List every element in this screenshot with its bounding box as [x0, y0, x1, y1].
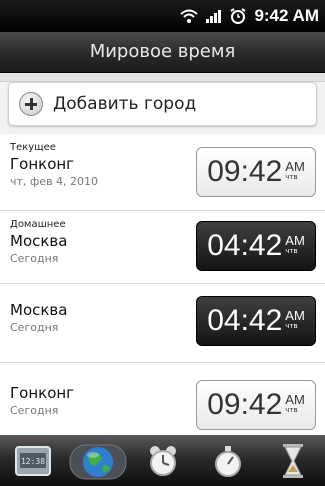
world-clock-tab[interactable] — [68, 435, 128, 486]
ampm-label: AM — [285, 232, 305, 248]
page-title: Мировое время — [0, 32, 325, 73]
clock-ampm: AM чтв — [285, 393, 305, 414]
clock-time: 04:42 — [207, 229, 283, 262]
status-bar: 9:42 AM — [0, 0, 325, 32]
city-row[interactable]: Текущее Гонконг чт, фев 4, 2010 09:42 AM… — [0, 134, 325, 211]
clock-time: 09:42 — [207, 388, 283, 421]
plus-icon — [19, 92, 43, 116]
city-date: чт, фев 4, 2010 — [10, 175, 99, 188]
world-clock-list: Добавить город Текущее Гонконг чт, фев 4… — [0, 73, 325, 439]
alarm-icon — [230, 8, 246, 24]
city-date: Сегодня — [10, 321, 59, 334]
ampm-label: AM — [285, 158, 305, 174]
digital-clock-text: 12:38 — [20, 457, 44, 466]
ampm-label: AM — [285, 307, 305, 323]
city-clock: 09:42 AM чтв — [196, 380, 316, 430]
city-info: Домашнее Москва Сегодня — [10, 219, 67, 267]
top-divider — [0, 73, 325, 82]
city-category: Текущее — [10, 142, 56, 153]
city-clock: 04:42 AM чтв — [196, 296, 316, 346]
wifi-icon — [180, 9, 199, 23]
hourglass-icon — [282, 443, 303, 478]
status-time: 9:42 AM — [254, 6, 319, 25]
city-name: Москва — [10, 232, 68, 250]
city-date: Сегодня — [10, 252, 59, 265]
globe-icon — [69, 444, 126, 479]
day-label: чтв — [285, 321, 298, 330]
clock-ampm: AM чтв — [285, 234, 305, 255]
city-clock: 09:42 AM чтв — [196, 147, 316, 197]
city-date: Сегодня — [10, 404, 59, 417]
city-name: Москва — [10, 301, 68, 319]
day-label: чтв — [285, 172, 298, 181]
add-city-label: Добавить город — [53, 94, 197, 114]
clock-ampm: AM чтв — [285, 309, 305, 330]
city-info: Гонконг Сегодня — [10, 383, 74, 419]
city-info: Москва Сегодня — [10, 300, 67, 336]
clock-time: 09:42 — [207, 155, 283, 188]
day-label: чтв — [285, 246, 298, 255]
clock-tab[interactable]: 12:38 — [3, 435, 63, 486]
stopwatch-tab[interactable] — [198, 435, 258, 486]
timer-tab[interactable] — [263, 435, 323, 486]
alarm-clock-icon — [149, 445, 176, 476]
city-row[interactable]: Москва Сегодня 04:42 AM чтв — [0, 284, 325, 363]
city-row[interactable]: Гонконг Сегодня 09:42 AM чтв — [0, 363, 325, 439]
digital-clock-icon: 12:38 — [14, 445, 51, 476]
stopwatch-icon — [214, 445, 241, 477]
city-clock: 04:42 AM чтв — [196, 221, 316, 271]
bottom-tab-bar: 12:38 — [0, 435, 325, 486]
city-info: Текущее Гонконг чт, фев 4, 2010 — [10, 142, 98, 190]
day-label: чтв — [285, 405, 298, 414]
add-city-button[interactable]: Добавить город — [8, 82, 317, 126]
city-row[interactable]: Домашнее Москва Сегодня 04:42 AM чтв — [0, 211, 325, 284]
ampm-label: AM — [285, 391, 305, 407]
city-category: Домашнее — [10, 219, 66, 230]
clock-time: 04:42 — [207, 304, 283, 337]
signal-icon — [206, 10, 222, 23]
city-name: Гонконг — [10, 384, 75, 402]
alarm-tab[interactable] — [133, 435, 193, 486]
city-name: Гонконг — [10, 155, 75, 173]
clock-ampm: AM чтв — [285, 160, 305, 181]
